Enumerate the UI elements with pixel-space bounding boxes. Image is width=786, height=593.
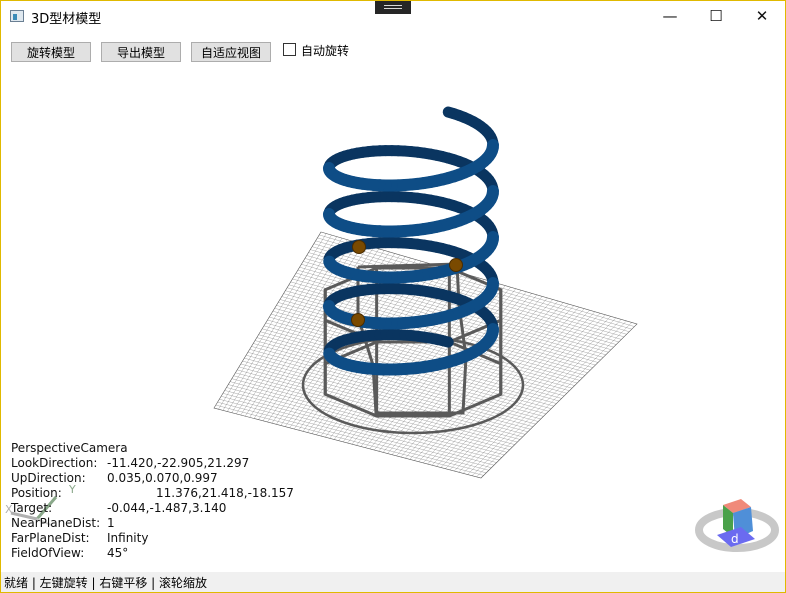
camera-farplane-label: FarPlaneDist:	[11, 531, 90, 545]
camera-type: PerspectiveCamera	[11, 441, 128, 455]
camera-updirection-value: 0.035,0.070,0.997	[107, 471, 218, 485]
camera-nearplane-label: NearPlaneDist:	[11, 516, 101, 530]
scene-canvas[interactable]: Y X d	[1, 67, 785, 572]
point-marker	[351, 313, 365, 327]
app-icon	[10, 10, 24, 22]
helix-segment	[323, 255, 337, 270]
app-window: 3D型材模型 — ☐ ✕ 旋转模型 导出模型 自适应视图 自动旋转 Y X d …	[0, 0, 786, 593]
window-title: 3D型材模型	[31, 12, 102, 27]
close-button[interactable]: ✕	[739, 1, 785, 31]
camera-fov-value: 45°	[107, 546, 129, 560]
rotate-model-button[interactable]: 旋转模型	[11, 42, 91, 62]
point-marker	[449, 258, 463, 272]
status-bar: 就绪 | 左键旋转 | 右键平移 | 滚轮缩放	[1, 572, 785, 592]
camera-farplane-value: Infinity	[107, 531, 149, 545]
camera-updirection-label: UpDirection:	[11, 471, 86, 485]
camera-fov-label: FieldOfView:	[11, 546, 85, 560]
3d-viewport[interactable]: Y X d PerspectiveCamera LookDirection: -…	[1, 67, 785, 572]
camera-target-label: Target:	[11, 501, 53, 515]
camera-lookdirection-value: -11.420,-22.905,21.297	[107, 456, 250, 470]
maximize-button[interactable]: ☐	[693, 1, 739, 31]
point-marker	[352, 240, 366, 254]
fit-view-button[interactable]: 自适应视图	[191, 42, 271, 62]
auto-rotate-label[interactable]: 自动旋转	[301, 42, 349, 59]
toolbar: 旋转模型 导出模型 自适应视图 自动旋转	[1, 39, 785, 65]
view-cube[interactable]: d	[695, 499, 779, 552]
camera-position-label: Position:	[11, 486, 62, 500]
helix-segment	[436, 335, 454, 348]
view-cube-face-label: d	[731, 532, 739, 546]
minimize-button[interactable]: —	[647, 1, 693, 31]
camera-target-value: -0.044,-1.487,3.140	[107, 501, 227, 515]
camera-lookdirection-label: LookDirection:	[11, 456, 98, 470]
camera-nearplane-value: 1	[107, 516, 115, 530]
helix-segment	[323, 347, 337, 362]
export-model-button[interactable]: 导出模型	[101, 42, 181, 62]
auto-rotate-checkbox[interactable]	[283, 43, 296, 56]
camera-position-value: 11.376,21.418,-18.157	[156, 486, 294, 500]
snap-grip-icon[interactable]	[375, 1, 411, 14]
title-bar[interactable]: 3D型材模型 — ☐ ✕	[1, 1, 785, 31]
